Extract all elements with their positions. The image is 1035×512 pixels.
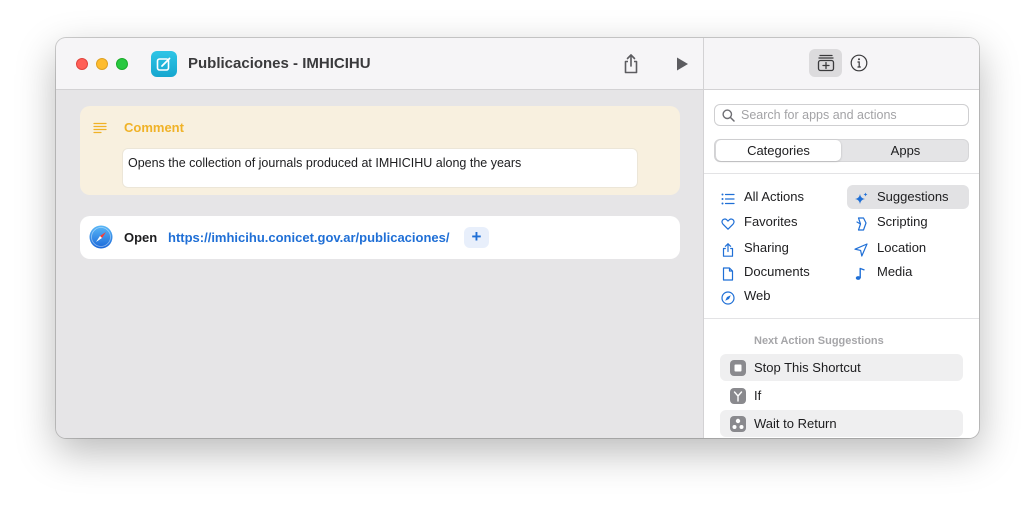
category-label: Favorites (744, 214, 798, 229)
open-url-action[interactable]: Open https://imhicihu.conicet.gov.ar/pub… (80, 216, 680, 259)
suggestions-header: Next Action Suggestions (754, 335, 884, 347)
heart-icon (721, 215, 735, 230)
suggestion-stop-this-shortcut[interactable]: Stop This Shortcut (720, 354, 963, 381)
comment-action[interactable]: Comment Opens the collection of journals… (80, 106, 680, 195)
zoom-window-button[interactable] (116, 58, 128, 70)
location-arrow-icon (854, 241, 868, 257)
wait-icon (730, 416, 746, 432)
category-label: Location (877, 240, 927, 255)
category-label: Web (744, 288, 771, 303)
category-favorites[interactable]: Favorites (714, 210, 842, 234)
divider (704, 318, 979, 319)
share-icon (721, 241, 735, 257)
stop-icon (730, 360, 746, 376)
suggestion-label: Wait to Return (754, 416, 837, 431)
minimize-window-button[interactable] (96, 58, 108, 70)
close-window-button[interactable] (76, 58, 88, 70)
suggestion-label: Stop This Shortcut (754, 360, 861, 375)
category-label: Scripting (877, 214, 928, 229)
category-location[interactable]: Location (847, 236, 969, 260)
branch-icon (730, 388, 746, 404)
category-sharing[interactable]: Sharing (714, 236, 842, 260)
comment-label: Comment (124, 120, 184, 135)
open-label: Open (124, 230, 158, 245)
comment-lines-icon (93, 121, 107, 139)
category-label: All Actions (744, 189, 804, 204)
category-scripting[interactable]: Scripting (847, 210, 969, 234)
tab-categories[interactable]: Categories (716, 140, 841, 161)
action-editor: Comment Opens the collection of journals… (56, 91, 703, 438)
shortcut-icon[interactable] (151, 51, 177, 77)
library-segmented-control: Categories Apps (714, 139, 969, 162)
shortcut-window: Publicaciones - IMHICIHU Comment Opens t… (56, 38, 979, 438)
suggestion-label: If (754, 388, 762, 403)
search-field[interactable] (714, 104, 969, 126)
scripting-icon (854, 215, 868, 231)
category-label: Suggestions (877, 189, 949, 204)
editor-pane: Publicaciones - IMHICIHU Comment Opens t… (56, 38, 703, 438)
url-token[interactable]: https://imhicihu.conicet.gov.ar/publicac… (164, 227, 453, 248)
category-media[interactable]: Media (847, 260, 969, 284)
compass-icon (721, 289, 735, 305)
suggestion-wait-to-return[interactable]: Wait to Return (720, 410, 963, 437)
play-icon[interactable] (674, 56, 690, 72)
category-label: Media (877, 264, 913, 279)
category-suggestions[interactable]: Suggestions (847, 185, 969, 209)
search-icon (722, 109, 735, 122)
action-library-button[interactable] (809, 49, 842, 77)
comment-text-field[interactable]: Opens the collection of journals produce… (122, 148, 638, 188)
category-all-actions[interactable]: All Actions (714, 185, 842, 209)
action-library-pane: Categories Apps All Actions Suggestions (703, 38, 979, 438)
search-input[interactable] (741, 107, 963, 123)
suggestion-if[interactable]: If (720, 382, 963, 409)
library-toolbar (704, 38, 979, 90)
safari-compass-icon (89, 225, 113, 249)
sparkles-icon (854, 190, 868, 204)
share-icon[interactable] (622, 53, 640, 75)
category-web[interactable]: Web (714, 284, 842, 308)
tab-apps[interactable]: Apps (843, 140, 968, 161)
add-parameter-button[interactable]: + (464, 227, 489, 248)
list-icon (721, 190, 735, 205)
window-title[interactable]: Publicaciones - IMHICIHU (188, 55, 371, 72)
category-label: Sharing (744, 240, 789, 255)
category-label: Documents (744, 264, 810, 279)
divider (704, 173, 979, 174)
document-icon (721, 265, 735, 281)
title-bar: Publicaciones - IMHICIHU (56, 38, 703, 90)
music-note-icon (854, 265, 868, 280)
info-icon[interactable] (850, 54, 868, 72)
category-documents[interactable]: Documents (714, 260, 842, 284)
